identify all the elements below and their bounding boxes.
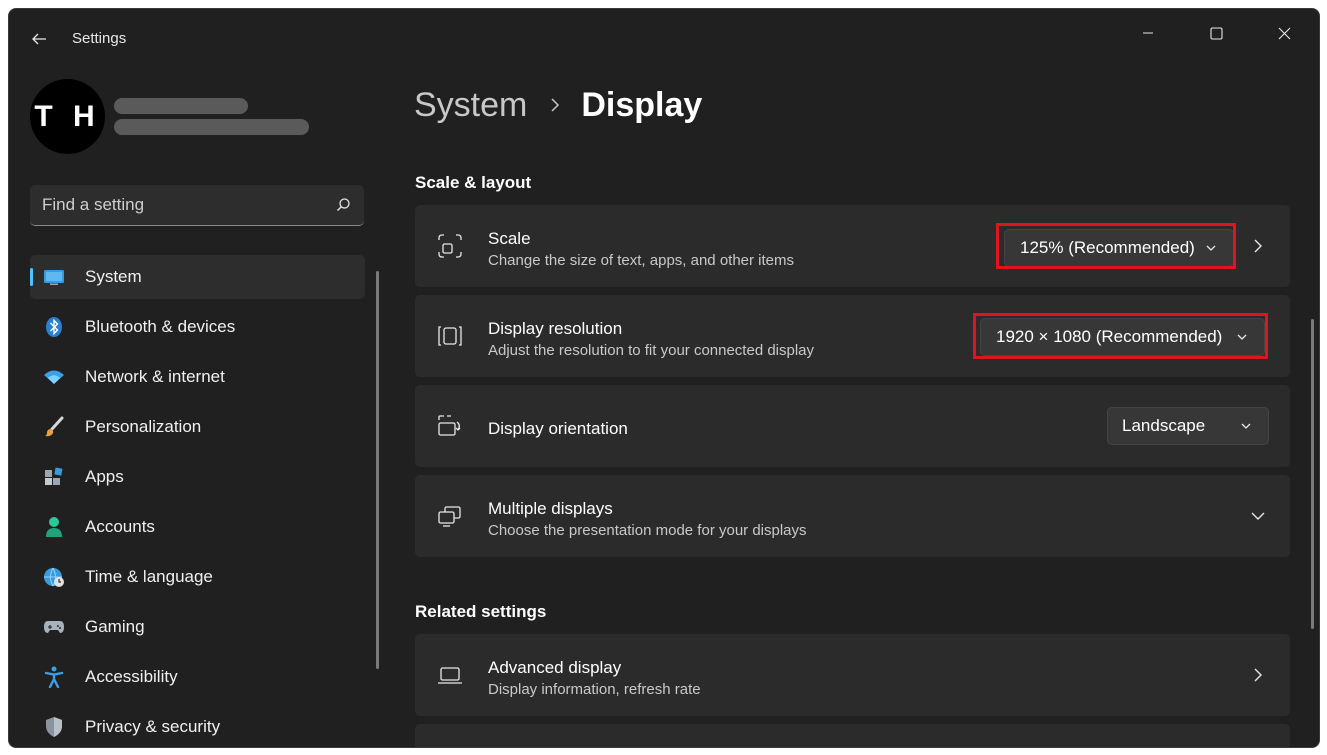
scale-subtitle: Change the size of text, apps, and other… <box>488 252 795 269</box>
minimize-icon <box>1143 32 1153 34</box>
profile-email-redacted <box>114 119 309 135</box>
gamepad-icon <box>43 616 65 638</box>
multiple-displays-subtitle: Choose the presentation mode for your di… <box>488 522 807 539</box>
resolution-highlight-box <box>973 313 1268 359</box>
search-input[interactable] <box>42 185 322 225</box>
title-bar: Settings <box>9 9 1319 57</box>
accessibility-icon <box>43 666 65 688</box>
main-scrollbar[interactable] <box>1311 319 1314 629</box>
sidebar-item-network[interactable]: Network & internet <box>30 355 365 399</box>
avatar[interactable]: T H <box>30 79 105 154</box>
back-arrow-icon <box>32 33 46 45</box>
sidebar-item-label: Time & language <box>85 567 213 586</box>
profile-name-redacted <box>114 98 248 114</box>
shield-icon <box>43 716 65 738</box>
multiple-displays-title: Multiple displays <box>488 499 613 518</box>
display-orientation-card: Display orientation Landscape <box>415 385 1290 467</box>
scale-title: Scale <box>488 229 531 248</box>
close-icon <box>1278 27 1290 39</box>
sidebar-item-label: Bluetooth & devices <box>85 317 236 336</box>
scale-icon <box>437 233 463 259</box>
advanced-display-title: Advanced display <box>488 658 622 677</box>
search-box[interactable] <box>30 185 364 226</box>
orientation-title: Display orientation <box>488 419 628 438</box>
close-button[interactable] <box>1261 15 1307 51</box>
sidebar-item-label: Personalization <box>85 417 202 436</box>
orientation-dropdown-value: Landscape <box>1122 416 1206 435</box>
sidebar-item-accessibility[interactable]: Accessibility <box>30 655 365 699</box>
scale-card[interactable]: Scale Change the size of text, apps, and… <box>415 205 1290 287</box>
sidebar-item-accounts[interactable]: Accounts <box>30 505 365 549</box>
resolution-subtitle: Adjust the resolution to fit your connec… <box>488 342 815 359</box>
settings-window: Settings T H System Bluetooth & devices <box>8 8 1320 748</box>
chevron-down-icon <box>1241 423 1251 429</box>
sidebar-item-label: Accessibility <box>85 667 178 686</box>
orientation-dropdown[interactable]: Landscape <box>1107 407 1269 445</box>
sidebar-item-bluetooth[interactable]: Bluetooth & devices <box>30 305 365 349</box>
maximize-icon <box>1209 26 1223 40</box>
advanced-display-card[interactable]: Advanced display Display information, re… <box>415 634 1290 716</box>
chevron-down-icon[interactable] <box>1250 508 1266 524</box>
person-icon <box>43 516 65 538</box>
chevron-right-icon <box>1254 668 1262 682</box>
scale-highlight-box <box>996 223 1236 269</box>
sidebar-item-label: Apps <box>85 467 124 486</box>
avatar-initials: T H <box>34 99 101 133</box>
back-button[interactable] <box>23 23 55 55</box>
sidebar-item-label: System <box>85 267 142 286</box>
sidebar-item-label: Accounts <box>85 517 155 536</box>
globe-clock-icon <box>43 566 65 588</box>
breadcrumb: System Display <box>414 83 702 127</box>
active-indicator <box>30 268 33 286</box>
sidebar-item-apps[interactable]: Apps <box>30 455 365 499</box>
laptop-icon <box>437 662 463 688</box>
advanced-display-subtitle: Display information, refresh rate <box>488 681 701 698</box>
apps-icon <box>43 466 65 488</box>
sidebar-item-personalization[interactable]: Personalization <box>30 405 365 449</box>
sidebar-item-label: Privacy & security <box>85 717 221 736</box>
multiple-displays-icon <box>437 503 463 529</box>
next-related-card[interactable] <box>415 724 1290 747</box>
breadcrumb-parent[interactable]: System <box>414 86 527 125</box>
minimize-button[interactable] <box>1125 15 1171 51</box>
sidebar-item-label: Gaming <box>85 617 145 636</box>
sidebar-item-privacy[interactable]: Privacy & security <box>30 705 365 747</box>
sidebar-item-time-language[interactable]: Time & language <box>30 555 365 599</box>
page-title: Display <box>581 85 703 124</box>
orientation-icon <box>437 413 463 439</box>
paintbrush-icon <box>43 416 65 438</box>
section-title-scale-layout: Scale & layout <box>415 173 532 192</box>
app-title: Settings <box>72 30 127 47</box>
sidebar-item-label: Network & internet <box>85 367 225 386</box>
system-display-icon <box>43 266 65 288</box>
multiple-displays-card[interactable]: Multiple displays Choose the presentatio… <box>415 475 1290 557</box>
sidebar-item-gaming[interactable]: Gaming <box>30 605 365 649</box>
sidebar-scrollbar[interactable] <box>376 271 379 669</box>
resolution-title: Display resolution <box>488 319 623 338</box>
chevron-right-icon <box>549 98 561 112</box>
chevron-right-icon <box>1254 239 1262 253</box>
wifi-icon <box>43 366 65 388</box>
section-title-related-settings: Related settings <box>415 602 547 621</box>
maximize-button[interactable] <box>1193 15 1239 51</box>
display-resolution-card: Display resolution Adjust the resolution… <box>415 295 1290 377</box>
sidebar-item-system[interactable]: System <box>30 255 365 299</box>
search-icon[interactable] <box>334 196 352 214</box>
resolution-icon <box>437 323 463 349</box>
bluetooth-icon <box>43 316 65 338</box>
